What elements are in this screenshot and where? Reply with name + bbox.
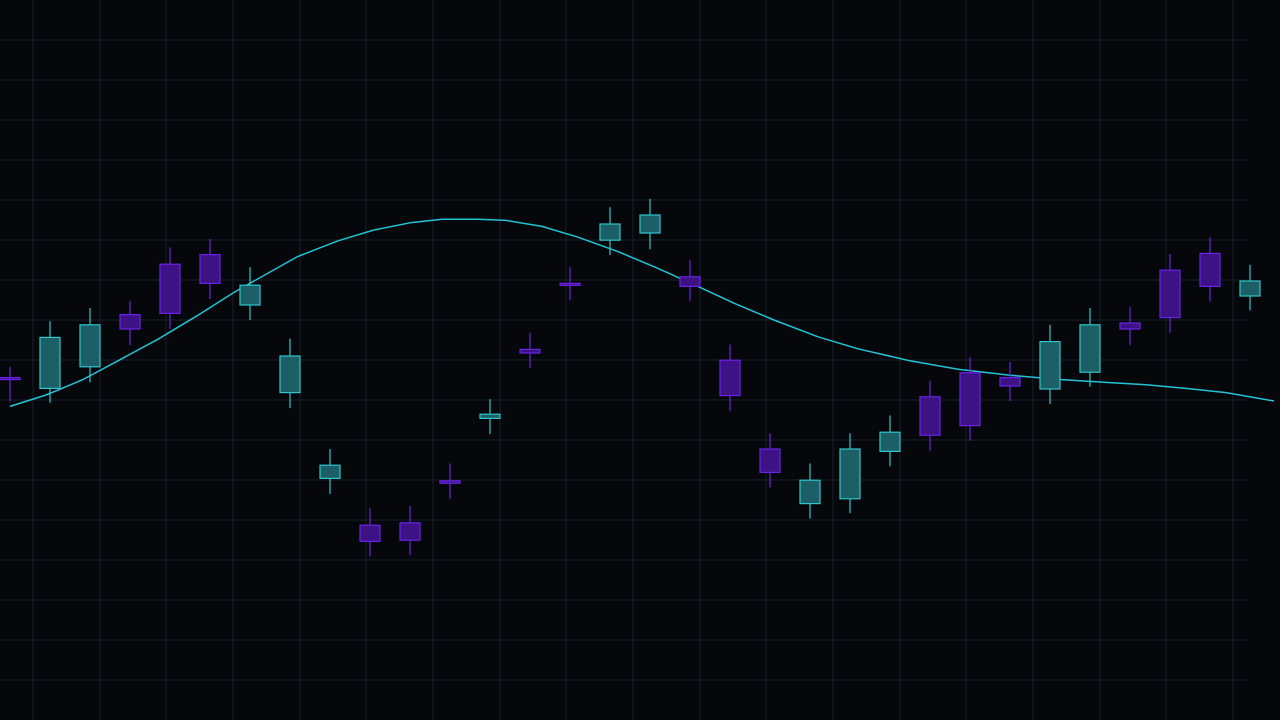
candle-body	[0, 377, 21, 381]
candle-body	[279, 355, 301, 394]
candle-body	[79, 324, 101, 368]
candle-body	[1039, 341, 1061, 390]
candle-body	[719, 359, 741, 397]
candle-body	[159, 263, 181, 315]
candle-body	[399, 522, 421, 541]
candle-body	[879, 431, 901, 453]
candle-body	[839, 448, 861, 500]
candlestick-chart	[0, 0, 1280, 720]
candle-body	[1079, 324, 1101, 373]
candle-body	[1159, 269, 1181, 319]
candle-body	[359, 524, 381, 543]
candle-body	[119, 314, 141, 330]
candle-body	[599, 223, 621, 241]
candle-body	[319, 464, 341, 480]
candle-body	[439, 480, 461, 484]
candle-body	[679, 276, 701, 287]
candle-body	[239, 284, 261, 306]
candle-body	[999, 377, 1021, 387]
candle-body	[919, 396, 941, 436]
candle-body	[519, 348, 541, 354]
candle-body	[1119, 322, 1141, 330]
candle-body	[1239, 280, 1261, 297]
candle-body	[639, 214, 661, 234]
candle-body	[39, 336, 61, 389]
candle-body	[959, 372, 981, 427]
candle-body	[479, 413, 501, 420]
candle-body	[199, 254, 221, 285]
candle-body	[759, 448, 781, 473]
candle-body	[799, 479, 821, 505]
chart-area	[0, 0, 1280, 720]
candle-body	[1199, 252, 1221, 287]
candle-body	[559, 282, 581, 286]
